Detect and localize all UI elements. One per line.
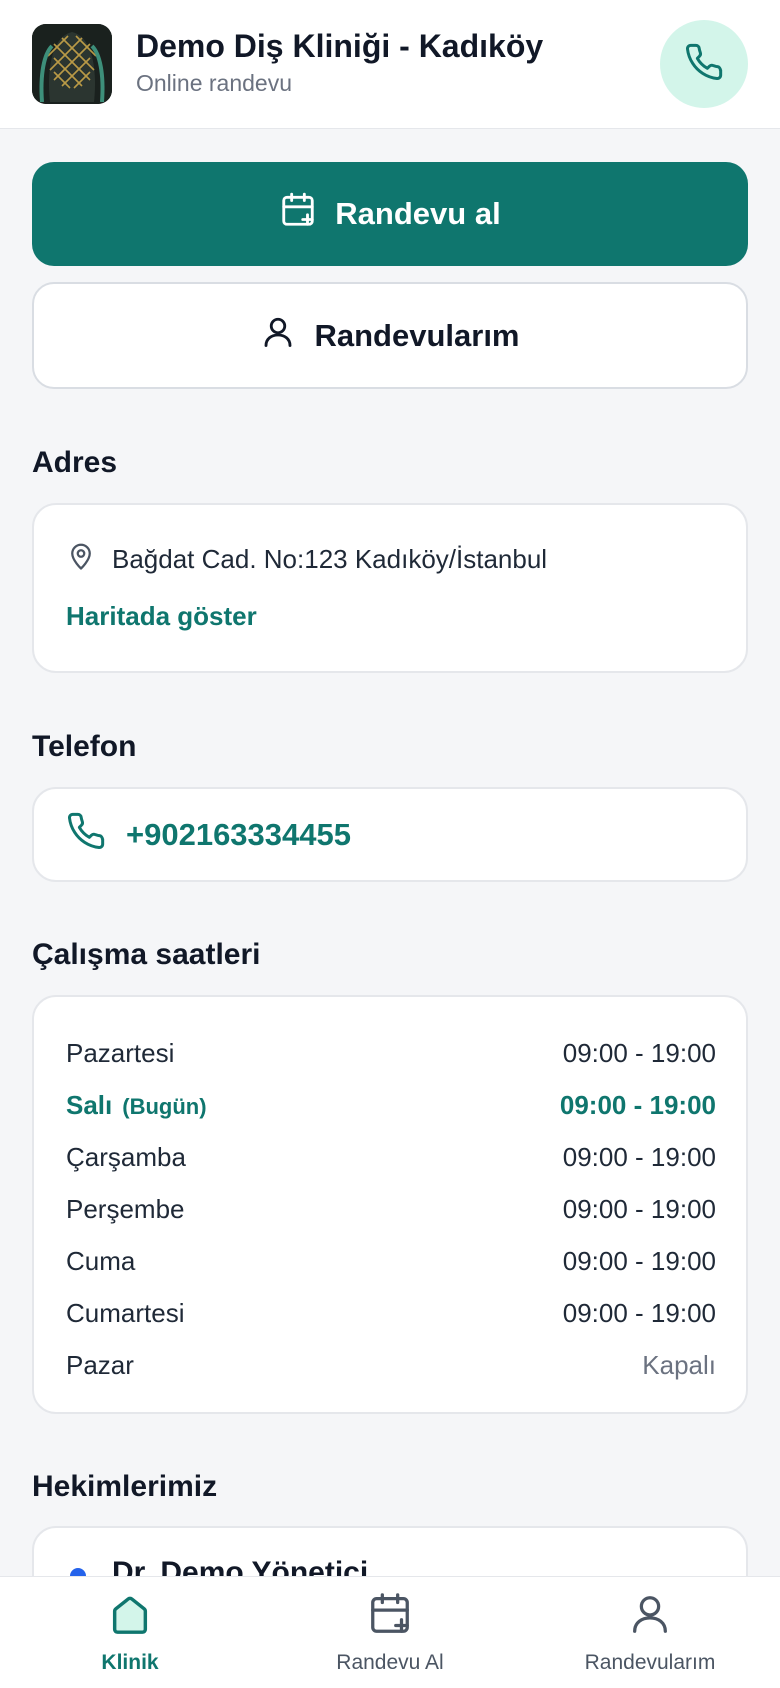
user-icon <box>260 314 296 358</box>
hours-time: 09:00 - 19:00 <box>562 1297 716 1328</box>
address-text: Bağdat Cad. No:123 Kadıköy/İstanbul <box>112 544 548 574</box>
today-badge: (Bugün) <box>122 1093 207 1119</box>
phone-card[interactable]: +902163334455 <box>32 787 748 882</box>
hours-day: Cuma <box>66 1245 136 1276</box>
hours-row-today: Salı (Bugün) 09:00 - 19:00 <box>66 1079 716 1131</box>
hours-list: Pazartesi 09:00 - 19:00 Salı (Bugün) 09:0… <box>66 1027 716 1391</box>
app-header: Demo Diş Kliniği - Kadıköy Online randev… <box>0 0 780 129</box>
phone-icon <box>66 811 106 859</box>
clinic-title: Demo Diş Kliniği - Kadıköy <box>136 28 544 64</box>
doctors-section-title: Hekimlerimiz <box>32 1470 218 1503</box>
book-appointment-label: Randevu al <box>335 196 501 231</box>
hours-section-title: Çalışma saatleri <box>32 938 261 971</box>
address-row: Bağdat Cad. No:123 Kadıköy/İstanbul <box>66 541 547 578</box>
hours-card: Pazartesi 09:00 - 19:00 Salı (Bugün) 09:0… <box>32 995 748 1414</box>
show-on-map-link[interactable]: Haritada göster <box>66 601 257 632</box>
home-icon <box>107 1591 153 1643</box>
calendar-plus-icon <box>367 1591 413 1643</box>
hours-row: Cumartesi 09:00 - 19:00 <box>66 1287 716 1339</box>
hours-time: 09:00 - 19:00 <box>562 1141 716 1172</box>
bottom-nav: Klinik Randevu Al Randevularım <box>0 1576 780 1688</box>
hours-time: 09:00 - 19:00 <box>562 1037 716 1068</box>
clinic-subtitle: Online randevu <box>136 70 292 96</box>
user-icon <box>627 1591 673 1643</box>
nav-label: Randevularım <box>584 1651 716 1674</box>
hours-day: Salı <box>66 1089 113 1120</box>
nav-item-clinic[interactable]: Klinik <box>0 1577 260 1688</box>
address-section-title: Adres <box>32 446 118 479</box>
clinic-logo <box>32 24 112 104</box>
hours-time: 09:00 - 19:00 <box>562 1245 716 1276</box>
nav-label: Randevu Al <box>336 1651 444 1674</box>
phone-row[interactable]: +902163334455 <box>66 789 351 881</box>
address-card: Bağdat Cad. No:123 Kadıköy/İstanbul Hari… <box>32 503 748 673</box>
hours-time-closed: Kapalı <box>642 1349 716 1380</box>
hours-row: Cuma 09:00 - 19:00 <box>66 1235 716 1287</box>
hours-time: 09:00 - 19:00 <box>559 1089 716 1120</box>
hours-row: Çarşamba 09:00 - 19:00 <box>66 1131 716 1183</box>
nav-item-book[interactable]: Randevu Al <box>260 1577 520 1688</box>
phone-section-title: Telefon <box>32 730 137 763</box>
calendar-plus-icon <box>279 191 317 237</box>
hours-row: Pazar Kapalı <box>66 1339 716 1391</box>
hours-day: Çarşamba <box>66 1141 186 1172</box>
phone-icon <box>684 42 724 87</box>
nav-item-my-appointments[interactable]: Randevularım <box>520 1577 780 1688</box>
hours-row: Pazartesi 09:00 - 19:00 <box>66 1027 716 1079</box>
hours-day: Pazartesi <box>66 1037 175 1068</box>
my-appointments-button[interactable]: Randevularım <box>32 282 748 389</box>
hours-day: Perşembe <box>66 1193 185 1224</box>
hours-time: 09:00 - 19:00 <box>562 1193 716 1224</box>
nav-label: Klinik <box>101 1651 159 1674</box>
hours-row: Perşembe 09:00 - 19:00 <box>66 1183 716 1235</box>
my-appointments-label: Randevularım <box>314 317 520 353</box>
hours-day: Pazar <box>66 1349 134 1380</box>
book-appointment-button[interactable]: Randevu al <box>32 162 748 266</box>
hours-day-today: Salı (Bugün) <box>66 1090 207 1121</box>
call-button[interactable] <box>660 20 748 108</box>
hours-day: Cumartesi <box>66 1297 185 1328</box>
map-pin-icon <box>66 541 96 578</box>
phone-number[interactable]: +902163334455 <box>126 817 351 853</box>
